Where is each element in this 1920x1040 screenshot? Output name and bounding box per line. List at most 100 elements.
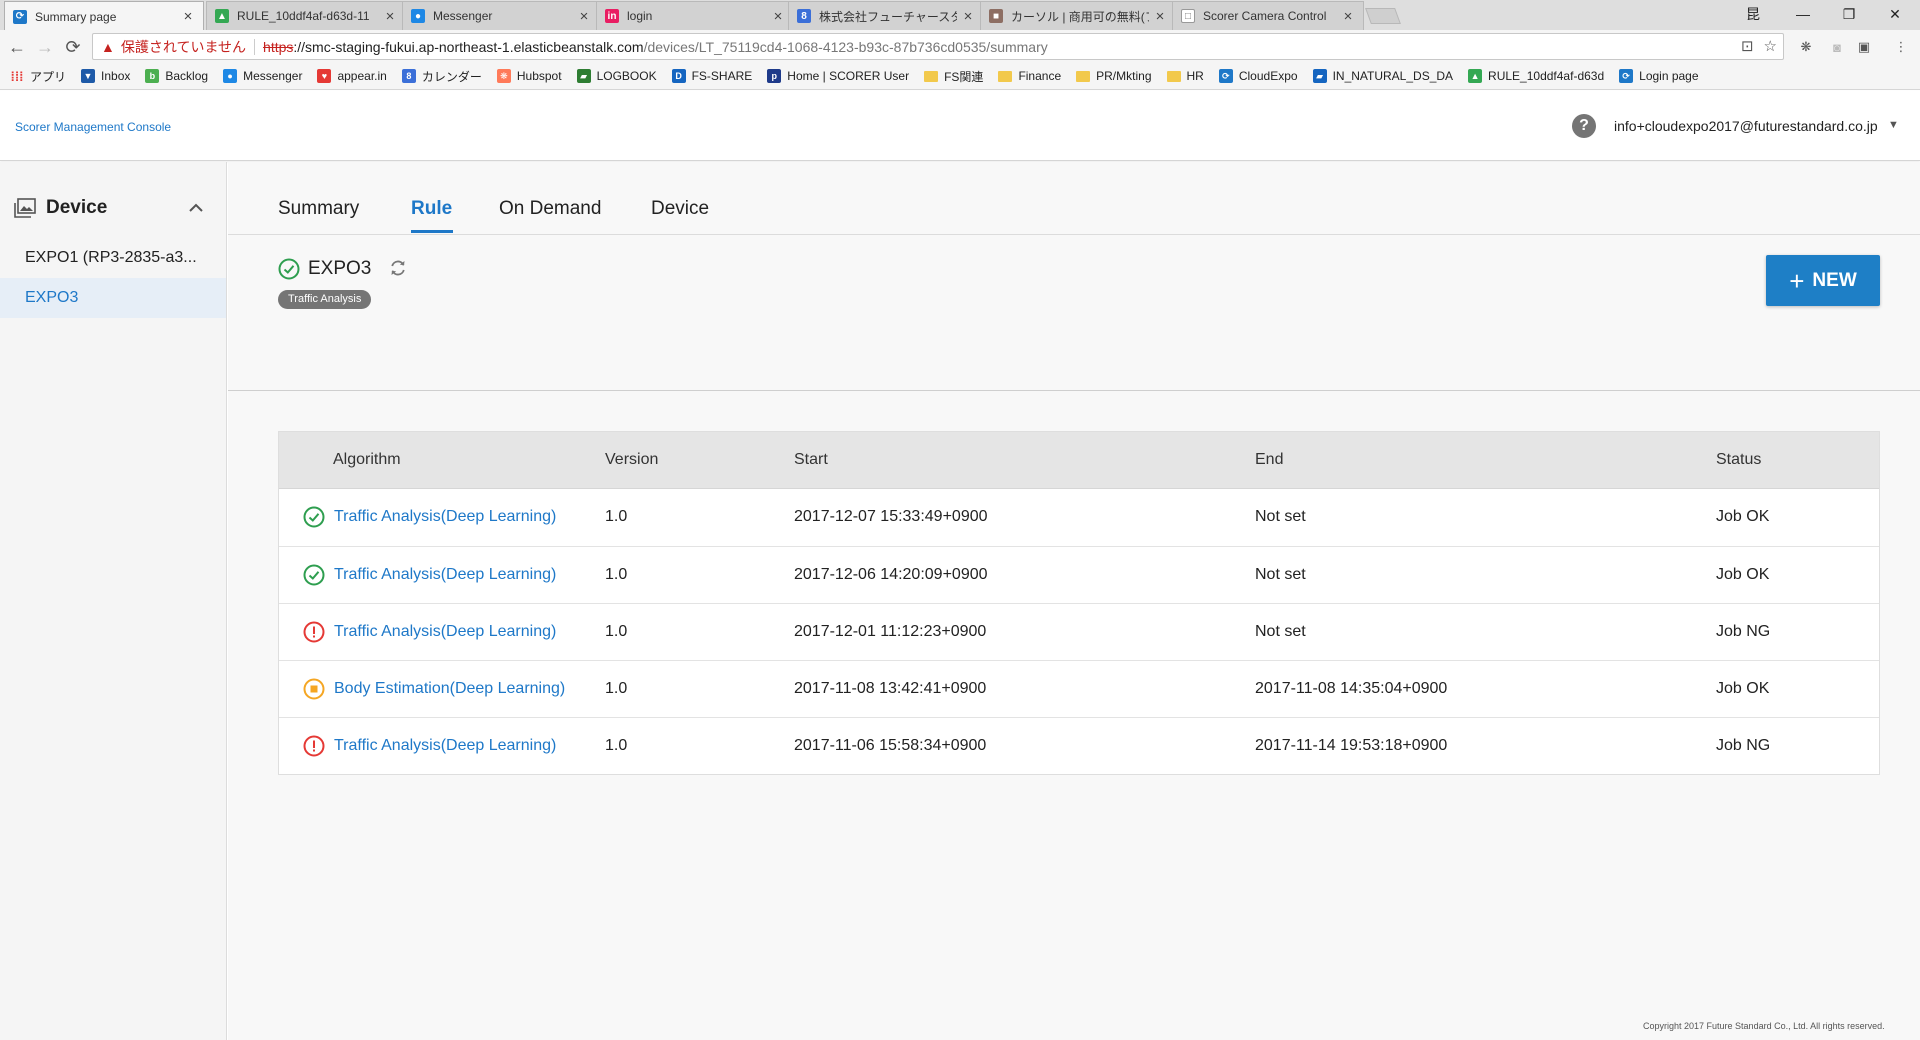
back-arrow-icon[interactable]: ← — [6, 36, 28, 58]
tab-favicon-icon: □ — [1181, 9, 1195, 23]
security-warning[interactable]: ▲ 保護されていません — [101, 37, 246, 57]
browser-tabstrip: ⟳ Summary page × ▲ RULE_10ddf4af-d63d-11 × ● Me… — [0, 0, 1920, 31]
algorithm-link[interactable]: Traffic Analysis(Deep Learning) — [334, 566, 556, 584]
user-email[interactable]: info+cloudexpo2017@futurestandard.co.jp — [1614, 118, 1878, 134]
bookmark-item[interactable]: ▼ Inbox — [81, 69, 130, 83]
browser-menu-icon[interactable]: ⋮ — [1892, 38, 1910, 56]
bookmark-item[interactable]: FS関連 — [924, 68, 983, 85]
restore-window-button[interactable]: ❐ — [1826, 0, 1872, 28]
close-tab-icon[interactable]: × — [771, 8, 785, 25]
browser-tab[interactable]: □ Scorer Camera Control × — [1172, 1, 1364, 30]
profile-icon[interactable]: 昆 — [1730, 0, 1776, 28]
algorithm-link[interactable]: Traffic Analysis(Deep Learning) — [334, 623, 556, 641]
bookmark-label: appear.in — [337, 69, 387, 83]
bookmark-star-icon[interactable]: ☆ — [1764, 37, 1777, 55]
minimize-window-button[interactable]: — — [1780, 0, 1826, 28]
main-content: Summary Rule On Demand Device EXPO3 Traf… — [228, 162, 1920, 1040]
bookmark-label: Inbox — [101, 69, 131, 83]
bookmark-item[interactable]: ▰ IN_NATURAL_DS_DA — [1312, 69, 1453, 83]
bookmark-favicon-icon: ❋ — [496, 69, 511, 83]
sidebar-item-expo1[interactable]: EXPO1 (RP3-2835-a3... — [0, 238, 226, 278]
start-cell: 2017-12-01 11:12:23+0900 — [794, 623, 987, 640]
bookmark-label: LOGBOOK — [596, 69, 657, 83]
extension-pocket-icon[interactable]: ▣ — [1855, 38, 1873, 56]
algorithm-link[interactable]: Traffic Analysis(Deep Learning) — [334, 508, 556, 526]
chevron-down-icon[interactable]: ▼ — [1888, 119, 1899, 131]
browser-tab[interactable]: ▲ RULE_10ddf4af-d63d-11 × — [206, 1, 406, 30]
bookmark-item[interactable]: p Home | SCORER User — [767, 69, 909, 83]
column-header-version[interactable]: Version — [605, 451, 658, 469]
bookmark-label: RULE_10ddf4af-d63d — [1488, 69, 1605, 83]
bookmark-item[interactable]: 8 カレンダー — [401, 68, 482, 85]
column-header-start[interactable]: Start — [794, 451, 828, 469]
close-tab-icon[interactable]: × — [383, 8, 397, 25]
end-cell: 2017-11-14 19:53:18+0900 — [1255, 737, 1448, 754]
new-rule-button[interactable]: + NEW — [1766, 255, 1880, 306]
bookmark-label: アプリ — [30, 69, 67, 84]
algorithm-link[interactable]: Traffic Analysis(Deep Learning) — [334, 737, 556, 755]
sidebar-header[interactable]: Device — [14, 197, 107, 219]
bookmark-item[interactable]: Finance — [998, 69, 1061, 83]
tab-title: Summary page — [35, 9, 117, 24]
close-tab-icon[interactable]: × — [961, 8, 975, 25]
device-gallery-icon — [14, 198, 36, 218]
column-header-end[interactable]: End — [1255, 451, 1283, 469]
bookmark-item[interactable]: ▰ LOGBOOK — [576, 69, 657, 83]
refresh-icon[interactable] — [388, 258, 408, 278]
address-bar[interactable]: ▲ 保護されていません https ://smc-staging-fukui.a… — [92, 33, 1784, 60]
bookmark-favicon-icon: ▰ — [1312, 69, 1327, 83]
browser-tab[interactable]: ⟳ Summary page × — [4, 1, 204, 31]
app-header: Scorer Management Console ? info+cloudex… — [0, 91, 1920, 161]
tab-on-demand[interactable]: On Demand — [499, 198, 601, 220]
bookmark-label: HR — [1186, 69, 1204, 83]
bookmark-item[interactable]: ❋ Hubspot — [496, 69, 562, 83]
sidebar-item-expo3[interactable]: EXPO3 — [0, 278, 226, 318]
bookmark-item[interactable]: ♥ appear.in — [317, 69, 387, 83]
error-circle-icon — [303, 621, 325, 643]
new-tab-button[interactable] — [1365, 8, 1401, 24]
browser-tab[interactable]: ■ カーソル | 商用可の無料(フ × — [980, 1, 1176, 30]
chevron-up-icon[interactable] — [188, 200, 204, 216]
bookmark-item[interactable]: ▲ RULE_10ddf4af-d63d — [1468, 69, 1604, 83]
table-row: Body Estimation(Deep Learning) 1.0 2017-11… — [279, 660, 1879, 717]
tab-device[interactable]: Device — [651, 198, 709, 220]
tab-title: Messenger — [433, 9, 493, 23]
browser-tab[interactable]: in login × — [596, 1, 794, 30]
bookmark-item[interactable]: PR/Mkting — [1076, 69, 1152, 83]
column-header-algorithm[interactable]: Algorithm — [333, 451, 401, 469]
bookmark-item[interactable]: HR — [1166, 69, 1204, 83]
bookmark-item[interactable]: ⟳ Login page — [1619, 69, 1699, 83]
close-window-button[interactable]: ✕ — [1872, 0, 1918, 28]
device-panel: EXPO3 Traffic Analysis + NEW — [228, 236, 1920, 391]
close-tab-icon[interactable]: × — [181, 8, 195, 25]
bookmark-label: Login page — [1639, 69, 1699, 83]
bookmark-item[interactable]: b Backlog — [145, 69, 208, 83]
brand-title[interactable]: Scorer Management Console — [15, 120, 171, 134]
close-tab-icon[interactable]: × — [1341, 8, 1355, 25]
bookmark-item[interactable]: ⟳ CloudExpo — [1218, 69, 1298, 83]
tab-summary[interactable]: Summary — [278, 198, 359, 220]
end-cell: 2017-11-08 14:35:04+0900 — [1255, 680, 1448, 697]
tab-rule[interactable]: Rule — [411, 198, 452, 220]
extension-camera-icon[interactable]: ◙ — [1828, 38, 1846, 56]
version-cell: 1.0 — [605, 680, 628, 697]
bookmark-item[interactable]: ⁞⁞⁞ アプリ — [10, 68, 67, 85]
algorithm-link[interactable]: Body Estimation(Deep Learning) — [334, 680, 565, 698]
bookmarks-bar: ⁞⁞⁞ アプリ ▼ Inbox b Backlog ● Messenger ♥ appear.in… — [0, 63, 1920, 90]
status-cell: Job NG — [1716, 623, 1771, 640]
table-header: Algorithm Version Start End Status — [279, 432, 1879, 489]
help-icon[interactable]: ? — [1572, 114, 1596, 138]
column-header-status[interactable]: Status — [1716, 451, 1761, 469]
forward-arrow-icon[interactable]: → — [34, 36, 56, 58]
translate-icon[interactable]: ⊡ — [1741, 37, 1754, 55]
close-tab-icon[interactable]: × — [1153, 8, 1167, 25]
browser-tab[interactable]: 8 株式会社フューチャースタンダ × — [788, 1, 984, 30]
bookmark-item[interactable]: D FS-SHARE — [671, 69, 752, 83]
close-tab-icon[interactable]: × — [577, 8, 591, 25]
bookmark-item[interactable]: ● Messenger — [223, 69, 302, 83]
bookmark-favicon-icon: ▼ — [81, 69, 96, 83]
bookmark-favicon-icon: ♥ — [317, 69, 332, 83]
reload-icon[interactable]: ⟳ — [62, 36, 84, 58]
extension-hubspot-icon[interactable]: ❋ — [1797, 38, 1815, 56]
browser-tab[interactable]: ● Messenger × — [402, 1, 600, 30]
